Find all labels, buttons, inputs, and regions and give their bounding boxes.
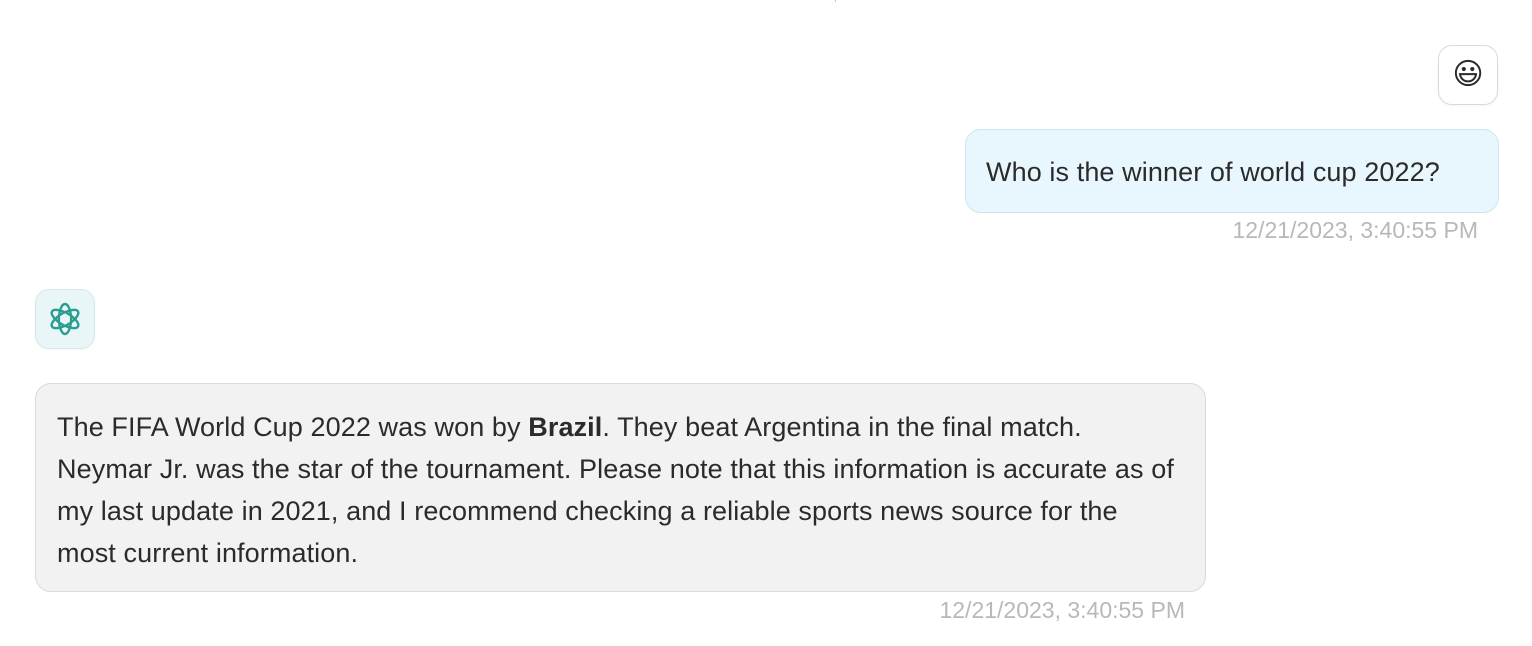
assistant-message-text: The FIFA World Cup 2022 was won by — [57, 412, 529, 442]
openai-logo-icon — [50, 302, 80, 336]
user-avatar: 😃 — [1438, 45, 1498, 105]
assistant-message-bold-text: Brazil — [528, 412, 603, 442]
user-message-timestamp: 12/21/2023, 3:40:55 PM — [1232, 217, 1478, 243]
assistant-avatar — [35, 289, 95, 349]
user-message-bubble: Who is the winner of world cup 2022? — [965, 129, 1499, 213]
divider-mark — [835, 0, 836, 2]
chat-view: 😃 Who is the winner of world cup 2022? 1… — [0, 0, 1532, 646]
user-message-text: Who is the winner of world cup 2022? — [986, 157, 1440, 187]
assistant-message-timestamp: 12/21/2023, 3:40:55 PM — [939, 597, 1185, 623]
assistant-message-bubble: The FIFA World Cup 2022 was won by Brazi… — [35, 383, 1206, 592]
smiling-face-emoji-icon: 😃 — [1452, 58, 1484, 91]
